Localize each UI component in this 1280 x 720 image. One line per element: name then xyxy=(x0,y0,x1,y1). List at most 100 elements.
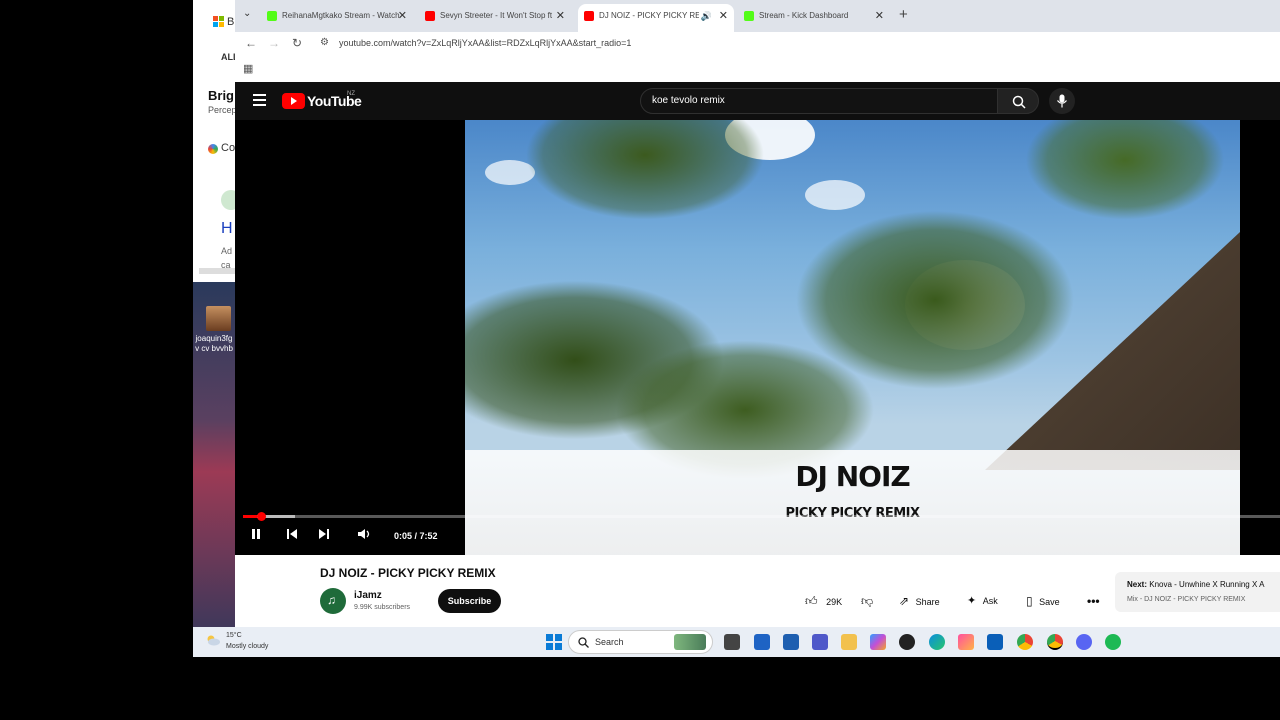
tab-kick-dashboard[interactable]: Stream - Kick Dashboard ✕ xyxy=(738,5,890,27)
progress-fill xyxy=(243,515,257,518)
store-icon[interactable] xyxy=(754,634,770,650)
tab-dj-noiz[interactable]: DJ NOIZ - PICKY PICKY REMIX 🔊 ✕ xyxy=(578,4,734,32)
dislike-button[interactable]: 👎︎ xyxy=(861,590,873,612)
bookmarks-bar: ▦ xyxy=(235,56,1280,82)
weather-condition[interactable]: Mostly cloudy xyxy=(226,643,268,650)
copilot-label[interactable]: Co xyxy=(221,142,235,154)
new-tab-button[interactable]: + xyxy=(899,6,908,23)
spotify-icon[interactable] xyxy=(1105,634,1121,650)
ask-label: Ask xyxy=(982,596,998,606)
close-tab-icon[interactable]: ✕ xyxy=(398,5,407,27)
tab-bar: ⌄ ReihanaMgtkako Stream - Watch ✕ Sevyn … xyxy=(235,0,1280,32)
channel-name[interactable]: iJamz xyxy=(354,590,382,601)
desktop-file-icon[interactable] xyxy=(206,306,231,331)
share-button[interactable]: ⇗ Share xyxy=(899,590,940,612)
page-subheading: Percep xyxy=(208,105,237,115)
browser-window: ⌄ ReihanaMgtkako Stream - Watch ✕ Sevyn … xyxy=(235,0,1280,627)
windows-start-icon[interactable] xyxy=(546,634,562,650)
window-title-fragment: B xyxy=(227,16,235,28)
ask-button[interactable]: ✦ Ask xyxy=(967,590,998,612)
close-tab-icon[interactable]: ✕ xyxy=(556,5,565,27)
search-highlight-icon xyxy=(674,634,706,650)
next-up-card[interactable]: Next: Knova - Unwhine X Running X A Mix … xyxy=(1115,572,1280,612)
scrubber-handle[interactable] xyxy=(257,512,266,521)
speaker-icon[interactable]: 🔊 xyxy=(701,4,712,28)
next-video-title: Knova - Unwhine X Running X A xyxy=(1149,580,1265,589)
task-view-icon[interactable] xyxy=(724,634,740,650)
copilot-icon xyxy=(208,144,218,154)
edge-icon[interactable] xyxy=(929,634,945,650)
time-display: 0:05 / 7:52 xyxy=(394,531,438,541)
copilot-icon[interactable] xyxy=(870,634,886,650)
thumbs-down-icon: 👎︎ xyxy=(861,594,874,608)
sparkle-icon: ✦ xyxy=(967,595,977,607)
youtube-logo-icon[interactable] xyxy=(282,93,305,109)
share-icon: ⇗ xyxy=(899,594,910,608)
taskbar: 15°C Mostly cloudy Search xyxy=(193,627,1280,657)
save-label: Save xyxy=(1039,597,1060,607)
outlook-icon[interactable] xyxy=(783,634,799,650)
volume-icon[interactable] xyxy=(357,528,373,543)
microsoft-logo-icon xyxy=(213,16,224,27)
progress-bar[interactable] xyxy=(243,512,1280,521)
chrome-icon[interactable] xyxy=(1017,634,1033,650)
kick-favicon-icon xyxy=(744,11,754,21)
youtube-masthead: YouTube NZ koe tevolo remix xyxy=(235,82,1280,120)
app-icon[interactable] xyxy=(899,634,915,650)
like-button[interactable]: 👍︎ 29K xyxy=(805,590,842,612)
tab-reihana-stream[interactable]: ReihanaMgtkako Stream - Watch ✕ xyxy=(261,5,413,27)
previous-icon[interactable] xyxy=(286,528,298,543)
youtube-favicon-icon xyxy=(584,11,594,21)
discord-icon[interactable] xyxy=(1076,634,1092,650)
next-mix: Mix - DJ NOIZ - PICKY PICKY REMIX xyxy=(1127,596,1246,603)
reload-icon[interactable]: ↻ xyxy=(292,36,302,50)
tab-sevyn-streeter[interactable]: Sevyn Streeter - It Won't Stop ft ✕ xyxy=(419,5,571,27)
subscriber-count: 9.99K subscribers xyxy=(354,604,411,611)
forward-arrow-icon[interactable]: → xyxy=(268,36,280,50)
search-button[interactable] xyxy=(997,88,1039,114)
close-tab-icon[interactable]: ✕ xyxy=(719,4,728,28)
taskbar-search-input[interactable]: Search xyxy=(568,630,713,654)
search-icon xyxy=(1012,95,1026,109)
channel-avatar[interactable] xyxy=(320,588,346,614)
share-label: Share xyxy=(915,597,940,607)
cloud-icon xyxy=(207,635,220,646)
thumbs-up-icon: 👍︎ xyxy=(805,594,818,608)
pause-icon[interactable] xyxy=(250,528,262,543)
more-actions-icon[interactable]: ••• xyxy=(1087,590,1100,612)
voice-search-button[interactable] xyxy=(1049,88,1075,114)
next-icon[interactable] xyxy=(318,528,330,543)
desktop-icon-label[interactable]: joaquin3fg v cv bvvhb xyxy=(193,334,235,354)
save-button[interactable]: ▯ Save xyxy=(1026,590,1060,612)
chrome-profile-icon[interactable] xyxy=(1047,634,1063,650)
menu-icon[interactable] xyxy=(253,94,266,106)
kick-favicon-icon xyxy=(267,11,277,21)
next-prefix: Next: xyxy=(1127,580,1148,589)
youtube-page: YouTube NZ koe tevolo remix DJ NOIZ PICK… xyxy=(235,82,1280,555)
video-player-frame[interactable]: DJ NOIZ PICKY PICKY REMIX xyxy=(465,120,1240,555)
tab-label: ReihanaMgtkako Stream - Watch xyxy=(282,11,400,20)
browser-toolbar: ← → ↻ ⚙ youtube.com/watch?v=ZxLqRljYxAA&… xyxy=(235,32,1280,56)
card-heading[interactable]: H xyxy=(221,220,233,238)
file-explorer-icon[interactable] xyxy=(841,634,857,650)
apps-grid-icon[interactable]: ▦ xyxy=(243,62,253,75)
mail-icon[interactable] xyxy=(987,634,1003,650)
palm-frond xyxy=(525,120,765,220)
site-info-icon[interactable]: ⚙ xyxy=(320,37,329,48)
search-query: koe tevolo remix xyxy=(652,95,725,106)
subscribe-button[interactable]: Subscribe xyxy=(438,589,501,613)
tab-label: Stream - Kick Dashboard xyxy=(759,11,849,20)
microphone-icon xyxy=(1057,94,1067,108)
instagram-icon[interactable] xyxy=(958,634,974,650)
video-overlay-subtitle: PICKY PICKY REMIX xyxy=(785,506,920,521)
back-arrow-icon[interactable]: ← xyxy=(245,36,257,50)
close-tab-icon[interactable]: ✕ xyxy=(875,5,884,27)
search-input[interactable]: koe tevolo remix xyxy=(640,88,998,114)
teams-icon[interactable] xyxy=(812,634,828,650)
video-title: DJ NOIZ - PICKY PICKY REMIX xyxy=(320,566,496,580)
temperature[interactable]: 15°C xyxy=(226,632,242,639)
tab-search-icon[interactable]: ⌄ xyxy=(243,8,251,19)
address-bar[interactable]: youtube.com/watch?v=ZxLqRljYxAA&list=RDZ… xyxy=(339,38,631,48)
search-icon xyxy=(578,637,589,648)
video-overlay-title: DJ NOIZ xyxy=(795,460,910,493)
